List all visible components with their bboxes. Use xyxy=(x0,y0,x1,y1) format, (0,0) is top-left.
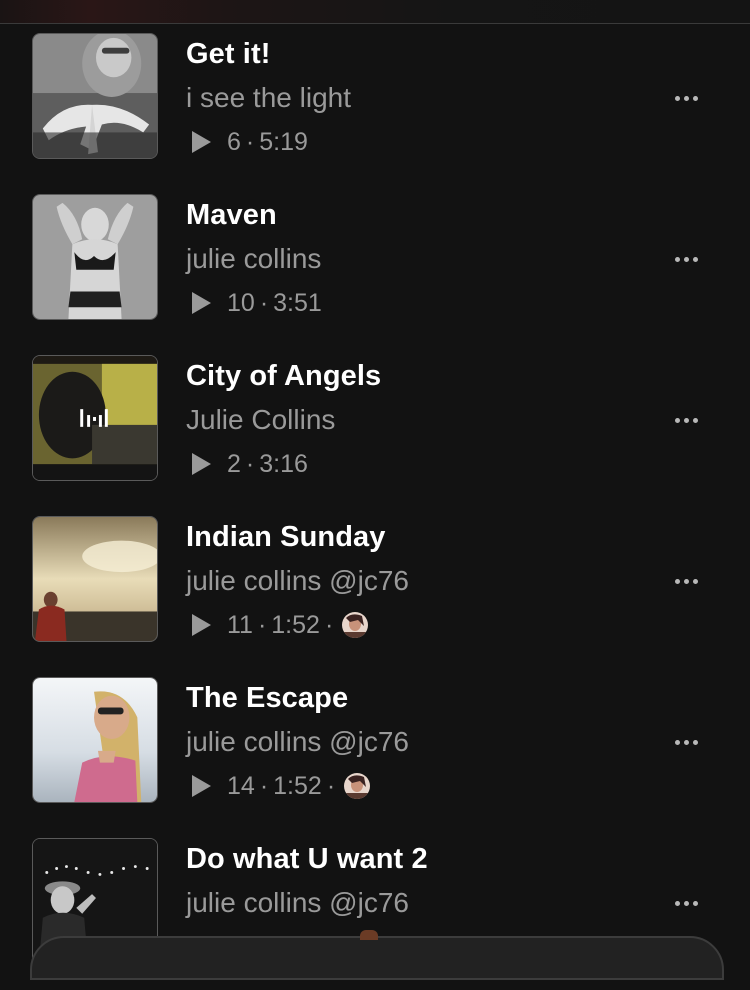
more-options-icon xyxy=(674,739,680,745)
more-dot xyxy=(692,578,698,584)
bottom-sheet-artwork-edge xyxy=(360,930,378,940)
top-bar-edge xyxy=(0,0,750,24)
track-row[interactable]: The Escape julie collins @jc76 14 · 1:52… xyxy=(0,668,750,829)
more-options-button[interactable] xyxy=(666,569,706,593)
track-title[interactable]: Do what U want 2 xyxy=(186,843,428,876)
track-duration: 1:52 xyxy=(271,610,320,639)
meta-separator: · xyxy=(245,127,255,156)
track-artwork[interactable] xyxy=(32,677,158,803)
more-options-icon xyxy=(674,900,680,906)
track-meta: 6 · 5:19 xyxy=(192,124,308,160)
track-artwork[interactable] xyxy=(32,33,158,159)
track-meta: 2 · 3:16 xyxy=(192,446,308,482)
track-row[interactable]: Maven julie collins 10 · 3:51 xyxy=(0,185,750,346)
track-row[interactable]: Get it! i see the light 6 · 5:19 xyxy=(0,24,750,185)
track-row[interactable]: Indian Sunday julie collins @jc76 11 · 1… xyxy=(0,507,750,668)
more-options-button[interactable] xyxy=(666,891,706,915)
more-options-icon xyxy=(674,256,680,262)
track-duration: 5:19 xyxy=(259,127,308,156)
more-dot xyxy=(683,256,689,262)
more-options-button[interactable] xyxy=(666,408,706,432)
meta-separator: · xyxy=(259,771,269,800)
more-dot xyxy=(683,417,689,423)
play-count: 2 xyxy=(227,449,241,478)
more-options-icon xyxy=(674,95,680,101)
meta-separator: · xyxy=(245,449,255,478)
more-options-button[interactable] xyxy=(666,86,706,110)
track-duration: 3:51 xyxy=(273,288,322,317)
more-dot xyxy=(692,95,698,101)
more-dot xyxy=(683,578,689,584)
track-title[interactable]: Maven xyxy=(186,199,277,232)
track-artist[interactable]: julie collins xyxy=(186,243,321,275)
more-options-icon xyxy=(674,417,680,423)
collaborator-avatar[interactable] xyxy=(344,773,371,799)
track-artist[interactable]: i see the light xyxy=(186,82,351,114)
track-meta: 11 · 1:52 · xyxy=(192,607,369,643)
track-duration: 3:16 xyxy=(259,449,308,478)
play-icon xyxy=(192,131,211,153)
more-dot xyxy=(692,900,698,906)
play-count: 10 xyxy=(227,288,255,317)
more-options-icon xyxy=(674,578,680,584)
track-title[interactable]: The Escape xyxy=(186,682,348,715)
more-options-button[interactable] xyxy=(666,730,706,754)
track-title[interactable]: City of Angels xyxy=(186,360,381,393)
track-meta: 14 · 1:52 · xyxy=(192,768,371,804)
track-artist[interactable]: julie collins @jc76 xyxy=(186,887,409,919)
track-artist[interactable]: julie collins @jc76 xyxy=(186,565,409,597)
more-dot xyxy=(683,95,689,101)
more-dot xyxy=(683,739,689,745)
play-count: 14 xyxy=(227,771,255,800)
more-dot xyxy=(683,900,689,906)
play-icon xyxy=(192,453,211,475)
track-artwork[interactable] xyxy=(32,516,158,642)
meta-separator: · xyxy=(324,610,334,639)
play-icon xyxy=(192,775,211,797)
track-title[interactable]: Get it! xyxy=(186,38,270,71)
play-icon xyxy=(192,292,211,314)
collaborator-avatar[interactable] xyxy=(342,612,369,638)
track-duration: 1:52 xyxy=(273,771,322,800)
track-artwork[interactable] xyxy=(32,194,158,320)
more-dot xyxy=(692,739,698,745)
meta-separator: · xyxy=(259,288,269,317)
meta-separator: · xyxy=(326,771,336,800)
meta-separator: · xyxy=(257,610,267,639)
track-title[interactable]: Indian Sunday xyxy=(186,521,386,554)
track-meta: 10 · 3:51 xyxy=(192,285,322,321)
more-dot xyxy=(692,417,698,423)
track-artwork[interactable] xyxy=(32,355,158,481)
track-artist[interactable]: Julie Collins xyxy=(186,404,335,436)
more-options-button[interactable] xyxy=(666,247,706,271)
play-count: 6 xyxy=(227,127,241,156)
play-count: 11 xyxy=(227,610,253,639)
track-artist[interactable]: julie collins @jc76 xyxy=(186,726,409,758)
track-row[interactable]: City of Angels Julie Collins 2 · 3:16 xyxy=(0,346,750,507)
more-dot xyxy=(692,256,698,262)
bottom-sheet[interactable] xyxy=(30,936,724,980)
play-icon xyxy=(192,614,211,636)
